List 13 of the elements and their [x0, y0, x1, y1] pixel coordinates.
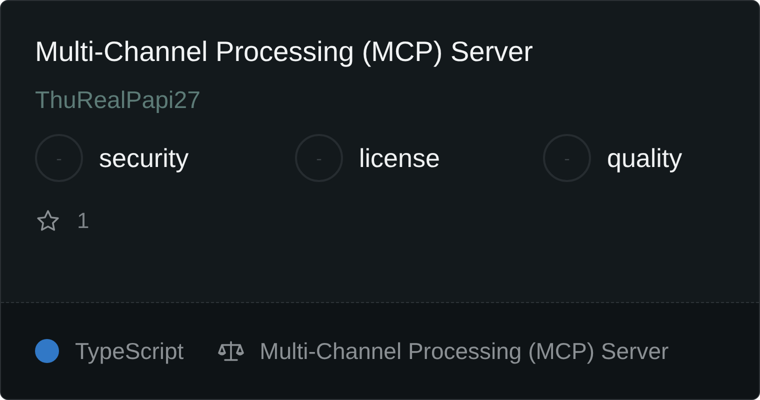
score-label: license [359, 142, 440, 174]
scale-icon [218, 340, 244, 362]
score-label: quality [607, 142, 682, 174]
score-ring: - [295, 134, 343, 182]
score-ring: - [543, 134, 591, 182]
score-label: security [99, 142, 189, 174]
star-icon [35, 208, 61, 234]
server-title: Multi-Channel Processing (MCP) Server [35, 35, 534, 69]
language-name: TypeScript [75, 338, 184, 364]
license-name: Multi-Channel Processing (MCP) Server [260, 338, 669, 364]
author-name: ThuRealPapi27 [35, 86, 202, 116]
score-ring: - [35, 134, 83, 182]
star-count: 1 [77, 208, 90, 234]
